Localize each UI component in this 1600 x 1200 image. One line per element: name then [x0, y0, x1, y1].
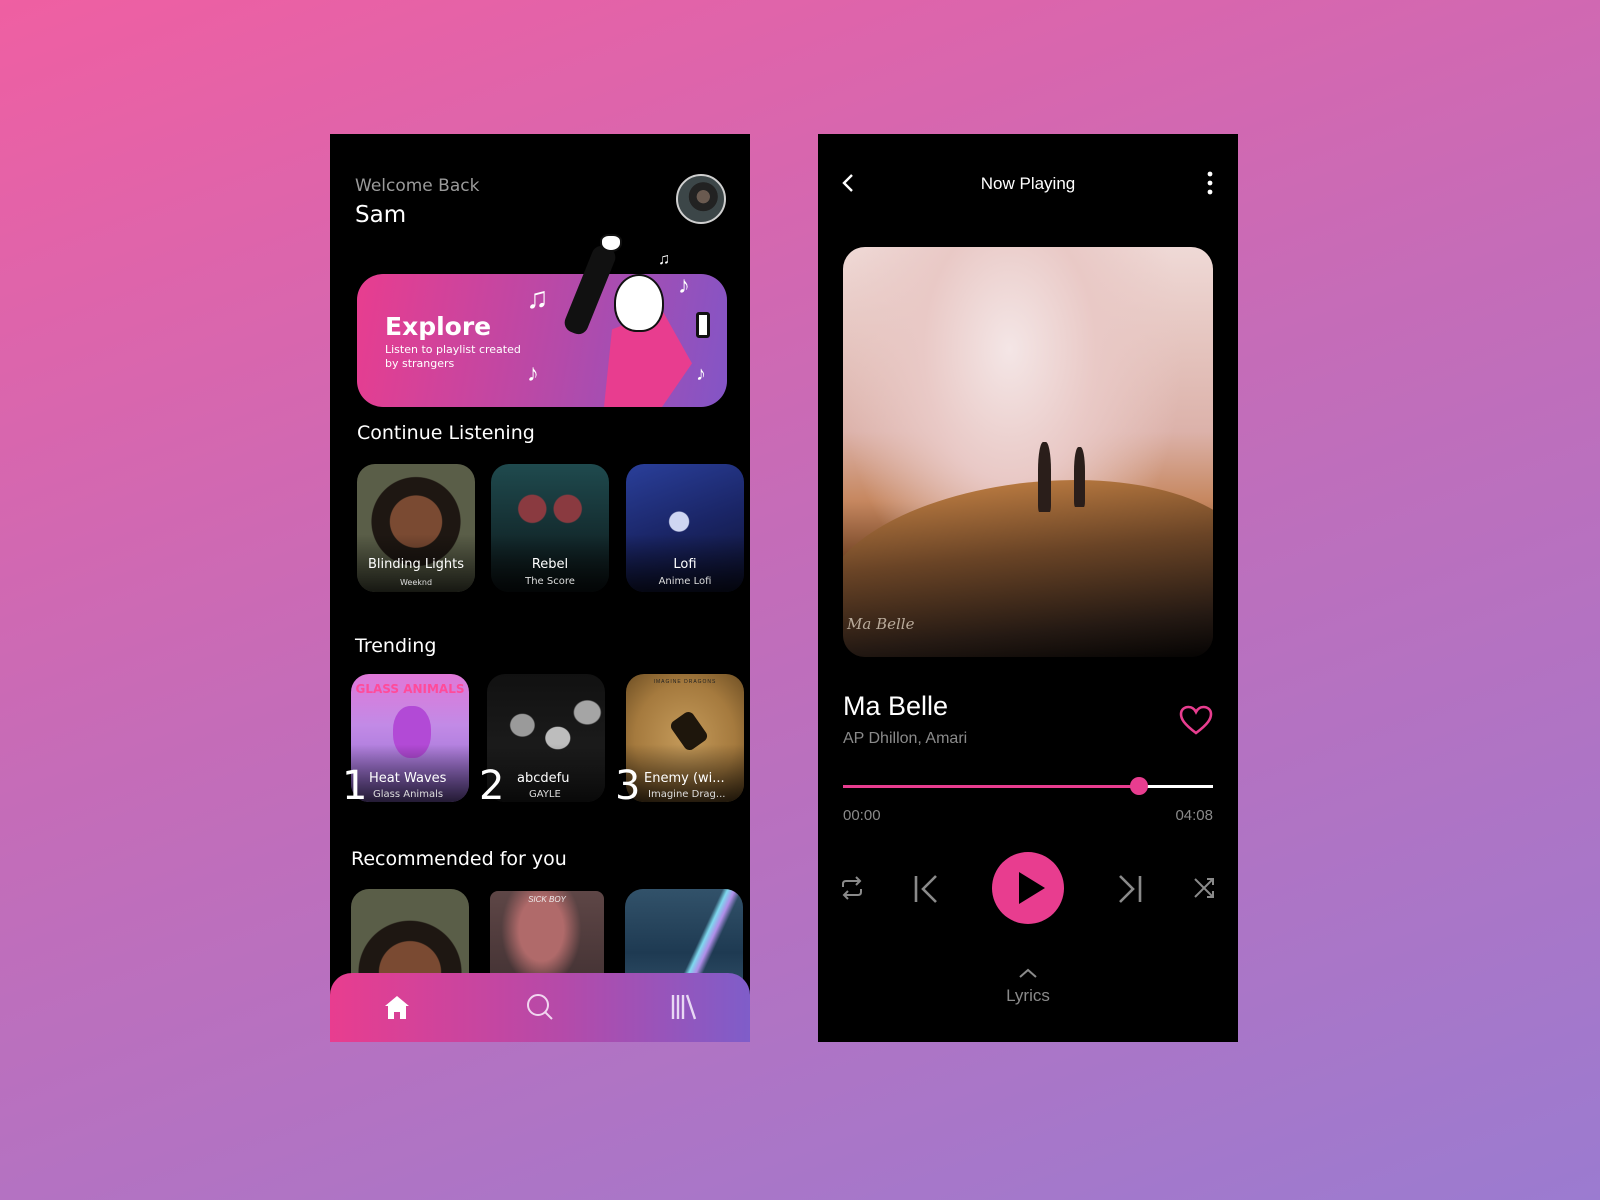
continue-card[interactable]: Rebel The Score — [491, 464, 609, 592]
progress-thumb[interactable] — [1130, 777, 1148, 795]
nav-library[interactable] — [667, 991, 699, 1023]
trending-title: Trending — [355, 635, 437, 657]
shuffle-icon — [1194, 878, 1214, 898]
library-icon — [671, 994, 697, 1020]
trending-card[interactable]: IMAGINE DRAGONS Enemy (wi... Imagine Dra… — [626, 674, 744, 802]
continue-card[interactable]: Lofi Anime Lofi — [626, 464, 744, 592]
banner-title: Explore — [385, 312, 492, 341]
play-icon — [1019, 872, 1045, 904]
illustration-hand — [600, 234, 622, 252]
like-button[interactable] — [1178, 704, 1214, 736]
repeat-button[interactable] — [840, 875, 864, 906]
home-screen: Welcome Back Sam Explore Listen to playl… — [330, 134, 750, 1042]
card-title: Heat Waves — [369, 771, 447, 786]
nav-home[interactable] — [381, 991, 413, 1023]
trending-card[interactable]: abcdefu GAYLE — [487, 674, 605, 802]
screen-title: Now Playing — [980, 174, 1076, 193]
lyrics-expand-button[interactable] — [1018, 966, 1038, 978]
card-title: Enemy (wi... — [644, 771, 725, 786]
card-title: Blinding Lights — [367, 557, 465, 572]
bottom-nav — [330, 973, 750, 1042]
more-vertical-icon — [1207, 171, 1213, 195]
avatar[interactable] — [676, 174, 726, 224]
album-art: Ma Belle — [843, 247, 1213, 657]
progress-fill — [843, 785, 1139, 788]
music-note-icon: ♫ — [526, 282, 549, 315]
home-icon — [385, 996, 409, 1019]
previous-button[interactable] — [912, 874, 940, 909]
progress-slider[interactable] — [843, 777, 1213, 795]
music-note-icon: ♪ — [678, 272, 690, 299]
card-title: Lofi — [673, 557, 697, 572]
search-icon — [527, 994, 553, 1020]
illustration-phone — [696, 312, 710, 338]
illustration-head — [614, 274, 664, 332]
time-elapsed: 00:00 — [843, 807, 881, 824]
song-title: Ma Belle — [843, 691, 949, 721]
music-note-icon: ♪ — [527, 360, 539, 387]
recommended-title: Recommended for you — [351, 848, 567, 870]
card-artist: Glass Animals — [373, 789, 444, 800]
card-artist: Anime Lofi — [658, 576, 712, 587]
card-artist: GAYLE — [529, 789, 561, 800]
greeting-text: Welcome Back — [355, 176, 480, 196]
trending-card[interactable]: GLASS ANIMALS Heat Waves Glass Animals — [351, 674, 469, 802]
card-artist: Weeknd — [399, 578, 433, 587]
next-button[interactable] — [1116, 874, 1144, 909]
heart-icon — [1179, 705, 1213, 735]
shuffle-button[interactable] — [1192, 876, 1216, 905]
card-artist: Imagine Drag... — [648, 789, 726, 800]
skip-previous-icon — [914, 875, 937, 903]
user-name: Sam — [355, 202, 407, 228]
card-title: Rebel — [531, 557, 569, 572]
card-title: abcdefu — [517, 771, 570, 786]
rank-number: 2 — [479, 763, 505, 809]
skip-next-icon — [1119, 875, 1142, 903]
now-playing-screen: Now Playing Ma Belle Ma Belle AP Dhillon… — [818, 134, 1238, 1042]
album-signature: Ma Belle — [847, 615, 915, 633]
repeat-icon — [842, 876, 862, 900]
rank-number: 3 — [615, 763, 641, 809]
lyrics-label[interactable]: Lyrics — [818, 986, 1238, 1006]
music-note-icon: ♫ — [658, 251, 670, 268]
play-button[interactable] — [992, 852, 1064, 924]
rank-number: 1 — [342, 763, 368, 809]
album-art-text: SICK BOY — [528, 895, 566, 904]
card-artist: The Score — [525, 576, 575, 587]
music-note-icon: ♪ — [696, 363, 706, 385]
banner-subtitle: Listen to playlist created by strangers — [385, 343, 521, 370]
song-artist: AP Dhillon, Amari — [843, 730, 968, 747]
continue-card[interactable]: Blinding Lights Weeknd — [357, 464, 475, 592]
album-art-figure — [1038, 442, 1051, 512]
chevron-up-icon — [1019, 968, 1037, 978]
time-total: 04:08 — [1175, 807, 1213, 824]
nav-search[interactable] — [524, 991, 556, 1023]
more-options-button[interactable] — [1202, 170, 1218, 196]
album-art-figure — [1074, 447, 1085, 507]
continue-listening-title: Continue Listening — [357, 422, 535, 444]
